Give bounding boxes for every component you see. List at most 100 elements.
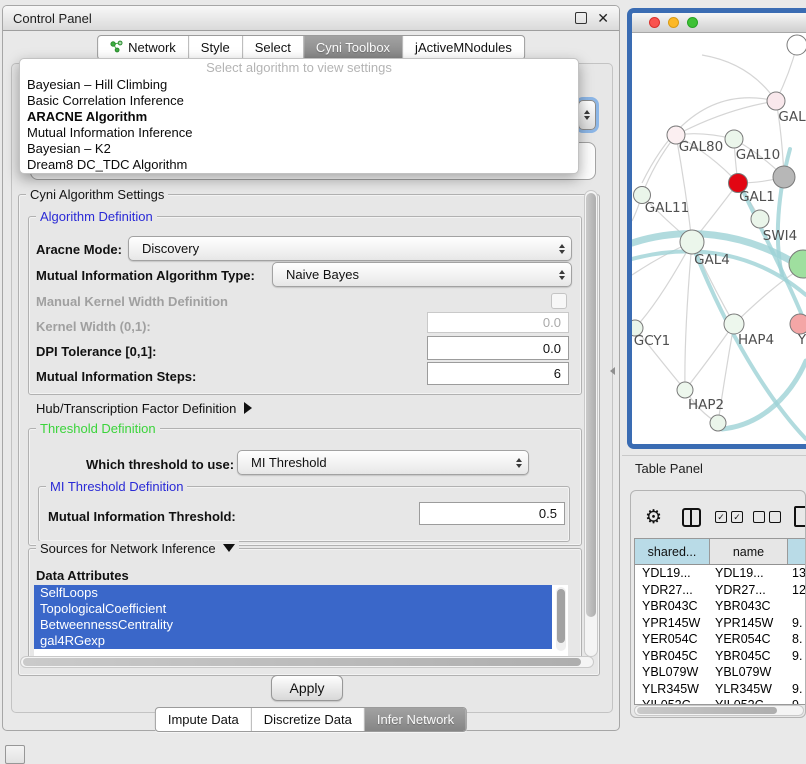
table-cell: 9.: [788, 681, 806, 698]
network-view-window: GALGAL80GAL10GAL1GAL11SWI4GAL4GCY1HAP4YH…: [627, 8, 806, 449]
stepper-up-icon: [584, 110, 590, 114]
manual-kernel-checkbox[interactable]: [551, 293, 567, 309]
network-node-gal10[interactable]: [725, 130, 743, 148]
split-columns-icon[interactable]: [682, 508, 701, 527]
algorithm-dropdown-popup: Select algorithm to view settings Bayesi…: [19, 58, 579, 174]
network-node-label: GAL1: [739, 189, 775, 205]
attribute-item-topologicalcoefficient[interactable]: TopologicalCoefficient: [34, 601, 552, 617]
data-attributes-list[interactable]: SelfLoopsTopologicalCoefficientBetweenne…: [34, 585, 568, 657]
apply-button[interactable]: Apply: [271, 675, 343, 701]
deselect-checkbox-icon-1[interactable]: [753, 511, 765, 523]
tab-impute-data[interactable]: Impute Data: [156, 708, 251, 731]
table-cell: YDL19...: [710, 565, 788, 582]
network-node-label: HAP4: [738, 332, 774, 348]
network-node-label: Y: [797, 332, 806, 348]
table-row[interactable]: YBR045CYBR045C9.: [635, 648, 806, 665]
column-header-3[interactable]: [788, 539, 806, 564]
table-row[interactable]: YER054CYER054C8.: [635, 631, 806, 648]
network-node-unlabeled[interactable]: [773, 166, 795, 188]
network-node-unlabeled[interactable]: [710, 415, 726, 431]
attribute-item-gal4rgexp[interactable]: gal4RGexp: [34, 633, 552, 649]
mi-algorithm-type-combo[interactable]: Naive Bayes: [272, 262, 572, 287]
network-node-label: HAP2: [688, 397, 724, 413]
table-cell: 12: [788, 582, 806, 599]
network-node-hap2[interactable]: [677, 382, 693, 398]
network-node-unlabeled[interactable]: [789, 250, 806, 278]
column-header-shared[interactable]: shared...: [635, 539, 710, 564]
table-row[interactable]: YDL19...YDL19...13: [635, 565, 806, 582]
tab-infer-network[interactable]: Infer Network: [364, 708, 466, 731]
table-row[interactable]: YIL052CYIL052C9: [635, 697, 806, 705]
network-canvas[interactable]: GALGAL80GAL10GAL1GAL11SWI4GAL4GCY1HAP4YH…: [632, 33, 806, 445]
network-node-unlabeled[interactable]: [787, 35, 806, 55]
mi-threshold-field[interactable]: 0.5: [419, 502, 565, 525]
settings-horizontal-scrollbar[interactable]: [20, 656, 594, 668]
table-cell: 9.: [788, 615, 806, 632]
hub-section-toggle[interactable]: Hub/Transcription Factor Definition: [36, 401, 252, 416]
attribute-item-selfloops[interactable]: SelfLoops: [34, 585, 552, 601]
tab-label: Select: [255, 40, 291, 55]
minimize-traffic-light[interactable]: [668, 17, 679, 28]
algorithm-combo-stepper[interactable]: [578, 100, 596, 130]
tab-discretize-data[interactable]: Discretize Data: [251, 708, 364, 731]
dpi-tolerance-value: 0.0: [543, 341, 561, 356]
table-horizontal-scrollbar[interactable]: [634, 705, 804, 716]
dpi-tolerance-field[interactable]: 0.0: [427, 336, 569, 360]
network-node-gal4[interactable]: [680, 230, 704, 254]
network-node-hap4[interactable]: [724, 314, 744, 334]
network-edge[interactable]: [702, 55, 776, 101]
algorithm-option-aracne-algorithm[interactable]: ARACNE Algorithm: [20, 109, 578, 125]
table-cell: YBL079W: [710, 664, 788, 681]
algorithm-option-mutual-information-inference[interactable]: Mutual Information Inference: [20, 125, 578, 141]
mi-algorithm-type-value: Naive Bayes: [273, 267, 553, 282]
sources-group-title[interactable]: Sources for Network Inference: [36, 541, 239, 556]
column-header-name[interactable]: name: [710, 539, 788, 564]
tab-jactivemnodules[interactable]: jActiveMNodules: [402, 36, 524, 59]
tab-network[interactable]: Network: [98, 36, 188, 59]
network-edge[interactable]: [685, 324, 734, 390]
float-window-icon[interactable]: [575, 12, 587, 24]
network-edge-highlighted[interactable]: [722, 361, 806, 429]
mi-steps-field[interactable]: 6: [427, 362, 569, 385]
select-all-checkbox-icon-2[interactable]: ✓: [731, 511, 743, 523]
algorithm-option-basic-correlation-inference[interactable]: Basic Correlation Inference: [20, 93, 578, 109]
network-window-titlebar[interactable]: [632, 13, 806, 33]
network-node-gal[interactable]: [767, 92, 785, 110]
table-row[interactable]: YPR145WYPR145W9.: [635, 615, 806, 632]
aracne-mode-combo[interactable]: Discovery: [128, 236, 572, 261]
network-node-swi4[interactable]: [751, 210, 769, 228]
zoom-traffic-light[interactable]: [687, 17, 698, 28]
settings-vertical-scrollbar[interactable]: [584, 190, 598, 657]
deselect-checkbox-icon-2[interactable]: [769, 511, 781, 523]
close-traffic-light[interactable]: [649, 17, 660, 28]
tab-cyni-toolbox[interactable]: Cyni Toolbox: [303, 36, 402, 59]
algorithm-option-bayesian-hill-climbing[interactable]: Bayesian – Hill Climbing: [20, 77, 578, 93]
attribute-list-scrollbar[interactable]: [556, 587, 566, 651]
network-node-label: GAL11: [645, 200, 689, 216]
table-settings-gear-icon[interactable]: ⚙: [645, 507, 662, 527]
select-all-checkbox-icon-1[interactable]: ✓: [715, 511, 727, 523]
collapsed-panel-button[interactable]: [5, 745, 25, 764]
table-row[interactable]: YDR27...YDR27...12: [635, 582, 806, 599]
network-node-y[interactable]: [790, 314, 806, 334]
combo-down-icon: [559, 276, 565, 280]
tab-style[interactable]: Style: [188, 36, 242, 59]
which-threshold-combo[interactable]: MI Threshold: [237, 450, 529, 475]
control-panel-titlebar[interactable]: Control Panel ✕: [3, 6, 619, 31]
table-row[interactable]: YLR345WYLR345W9.: [635, 681, 806, 698]
export-table-icon[interactable]: [794, 506, 806, 527]
network-node-label: GAL4: [694, 252, 730, 268]
mi-steps-label: Mutual Information Steps:: [36, 369, 196, 384]
tab-label: Impute Data: [168, 712, 239, 727]
network-edge[interactable]: [642, 135, 676, 195]
network-edge[interactable]: [685, 242, 692, 390]
attribute-item-betweennesscentrality[interactable]: BetweennessCentrality: [34, 617, 552, 633]
algorithm-option-bayesian-k2[interactable]: Bayesian – K2: [20, 141, 578, 157]
tab-select[interactable]: Select: [242, 36, 303, 59]
algorithm-option-dream8-dc-tdc-algorithm[interactable]: Dream8 DC_TDC Algorithm: [20, 157, 578, 173]
table-row[interactable]: YBL079WYBL079W: [635, 664, 806, 681]
table-row[interactable]: YBR043CYBR043C: [635, 598, 806, 615]
kernel-width-field[interactable]: 0.0: [427, 312, 569, 333]
panel-divider-handle[interactable]: [610, 367, 615, 375]
close-icon[interactable]: ✕: [597, 9, 609, 27]
